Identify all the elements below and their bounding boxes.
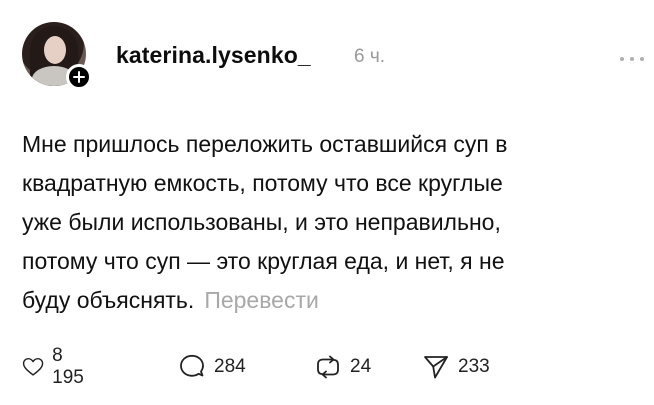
share-icon bbox=[424, 356, 448, 379]
post-text-line: потому что суп — это круглая еда, и нет,… bbox=[22, 248, 505, 274]
comment-count: 284 bbox=[214, 356, 246, 377]
heart-icon bbox=[22, 357, 44, 376]
share-count: 233 bbox=[458, 356, 490, 377]
comment-icon bbox=[180, 354, 204, 377]
post-text-last-line: буду объяснять. Перевести bbox=[22, 281, 642, 320]
translate-link[interactable]: Перевести bbox=[204, 287, 319, 313]
username[interactable]: katerina.lysenko_ bbox=[116, 42, 311, 69]
post-time: 6 ч. bbox=[354, 46, 386, 67]
repost-button[interactable]: 24 bbox=[314, 352, 371, 382]
like-button[interactable]: 8 195 bbox=[22, 345, 90, 388]
more-icon[interactable] bbox=[620, 57, 644, 63]
post-text-line: уже были использованы, и это неправильно… bbox=[22, 209, 501, 235]
share-button[interactable]: 233 bbox=[422, 352, 490, 382]
like-count: 8 195 bbox=[52, 345, 84, 388]
post-text: Мне пришлось переложить оставшийся суп в… bbox=[22, 125, 642, 320]
post-text-line: квадратную емкость, потому что все кругл… bbox=[22, 170, 503, 196]
avatar[interactable] bbox=[22, 22, 94, 94]
repost-count: 24 bbox=[350, 356, 372, 377]
repost-icon bbox=[317, 355, 339, 379]
comment-button[interactable]: 284 bbox=[178, 352, 246, 382]
follow-plus-icon[interactable] bbox=[66, 64, 92, 90]
post-text-line: буду объяснять. bbox=[22, 287, 195, 313]
post-text-line: Мне пришлось переложить оставшийся суп в bbox=[22, 131, 508, 157]
post-card: katerina.lysenko_ 6 ч. Мне пришлось пере… bbox=[0, 0, 654, 405]
